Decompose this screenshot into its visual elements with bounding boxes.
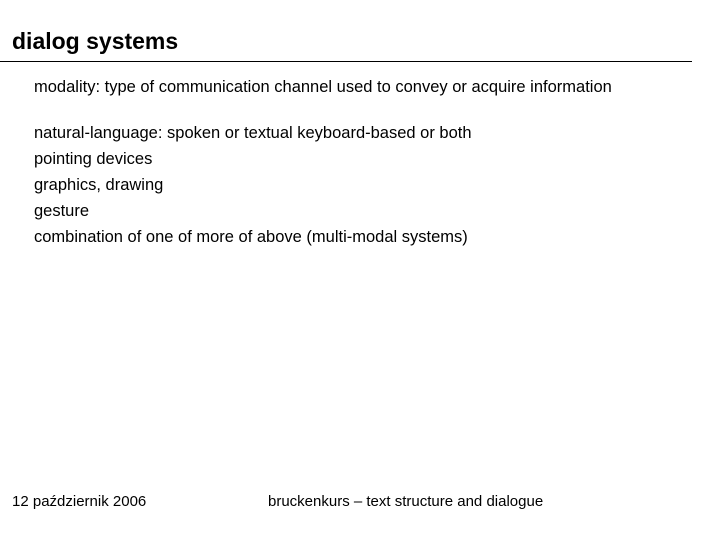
footer-date: 12 październik 2006 <box>0 493 268 510</box>
slide: dialog systems modality: type of communi… <box>0 0 720 540</box>
slide-body: modality: type of communication channel … <box>0 62 720 250</box>
list-item: combination of one of more of above (mul… <box>34 226 720 250</box>
lead-text: modality: type of communication channel … <box>34 76 720 100</box>
slide-title: dialog systems <box>0 0 692 62</box>
list-item: natural-language: spoken or textual keyb… <box>34 122 720 146</box>
list-item: gesture <box>34 200 720 224</box>
slide-footer: 12 październik 2006 bruckenkurs – text s… <box>0 493 720 510</box>
list-item: graphics, drawing <box>34 174 720 198</box>
list-item: pointing devices <box>34 148 720 172</box>
footer-course: bruckenkurs – text structure and dialogu… <box>268 493 720 510</box>
